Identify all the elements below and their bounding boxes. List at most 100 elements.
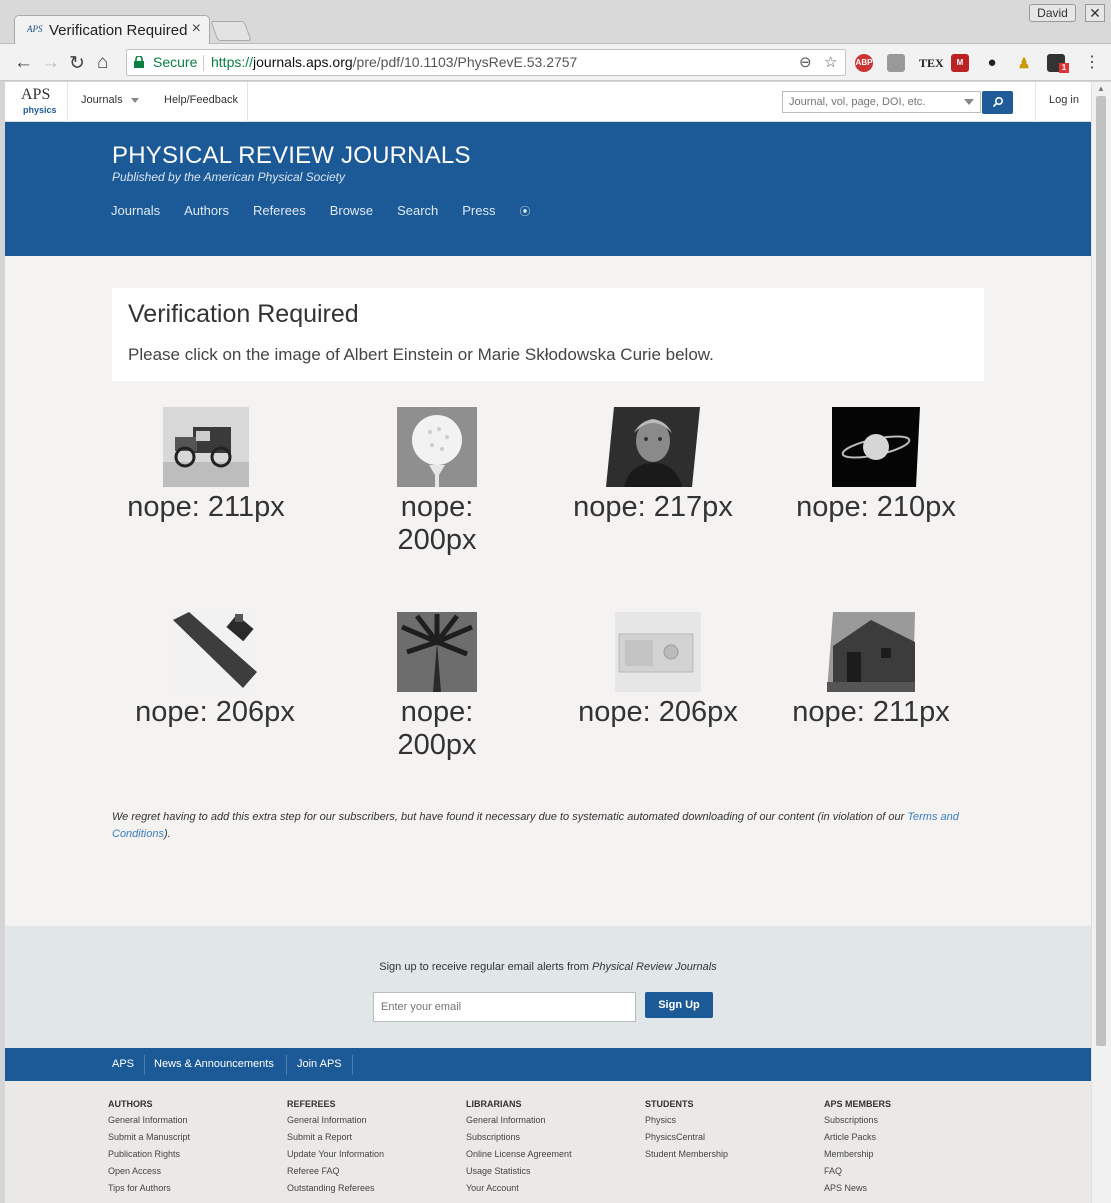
adblock-extension-icon[interactable]: ABP — [855, 54, 873, 72]
footer-link[interactable]: Outstanding Referees — [287, 1182, 457, 1194]
footer-link[interactable]: General Information — [287, 1114, 457, 1126]
divider — [144, 1055, 145, 1075]
divider — [352, 1055, 353, 1075]
login-link[interactable]: Log in — [1049, 94, 1079, 106]
zoom-icon[interactable]: ⊖ — [799, 53, 812, 71]
footer-link[interactable]: Submit a Manuscript — [108, 1131, 278, 1143]
page-scrollbar[interactable]: ▲ — [1091, 82, 1111, 1203]
footer-link[interactable]: Subscriptions — [466, 1131, 636, 1143]
aps-logo[interactable]: APS physics — [17, 86, 57, 118]
captcha-label: nope: 210px — [796, 491, 956, 523]
footer-link-aps[interactable]: APS — [112, 1058, 134, 1070]
back-arrow-icon[interactable]: ← — [14, 52, 33, 74]
old-barn-image[interactable] — [827, 612, 915, 692]
footer-link[interactable]: Physics — [645, 1114, 815, 1126]
footer-link[interactable]: General Information — [108, 1114, 278, 1126]
journals-dropdown[interactable]: Journals — [81, 94, 139, 106]
captcha-option[interactable]: nope: 206px — [548, 612, 768, 729]
nav-referees[interactable]: Referees — [253, 203, 306, 219]
bookmark-star-icon[interactable]: ☆ — [824, 53, 837, 71]
footer-link-join[interactable]: Join APS — [297, 1058, 342, 1070]
footer-column-authors: AUTHORS General Information Submit a Man… — [108, 1099, 278, 1199]
footer-column-librarians: LIBRARIANS General Information Subscript… — [466, 1099, 636, 1199]
nav-authors[interactable]: Authors — [184, 203, 229, 219]
nav-press[interactable]: Press — [462, 203, 495, 219]
footer-link[interactable]: Update Your Information — [287, 1148, 457, 1160]
captcha-option[interactable]: nope: 200px — [327, 612, 547, 762]
chat-extension-icon[interactable]: 1 — [1047, 54, 1069, 73]
search-button[interactable] — [982, 91, 1013, 114]
journals-header: PHYSICAL REVIEW JOURNALS Published by th… — [5, 122, 1091, 256]
captcha-option[interactable]: nope: 211px — [761, 612, 981, 729]
footer-link[interactable]: Open Access — [108, 1165, 278, 1177]
extension-icon[interactable] — [887, 54, 905, 72]
golf-ball-image[interactable] — [397, 407, 477, 487]
reload-icon[interactable]: ↻ — [69, 52, 85, 75]
footer-link-news[interactable]: News & Announcements — [154, 1058, 274, 1070]
url-text[interactable]: https://journals.aps.org/pre/pdf/10.1103… — [211, 54, 577, 70]
nav-search[interactable]: Search — [397, 203, 438, 219]
captcha-option[interactable]: nope: 217px — [543, 407, 763, 524]
help-feedback-link[interactable]: Help/Feedback — [164, 94, 238, 106]
footer-link[interactable]: Publication Rights — [108, 1148, 278, 1160]
pipe-wrench-image[interactable] — [173, 612, 257, 692]
footer-link[interactable]: Tips for Authors — [108, 1182, 278, 1194]
footer-link[interactable]: Online License Agreement — [466, 1148, 636, 1160]
captcha-option[interactable]: nope: 200px — [327, 407, 547, 557]
saturn-image[interactable] — [832, 407, 920, 487]
captcha-option[interactable]: nope: 210px — [766, 407, 986, 524]
column-heading: STUDENTS — [645, 1099, 694, 1109]
new-tab-button[interactable] — [210, 21, 252, 41]
captcha-option[interactable]: nope: 211px — [96, 407, 316, 524]
github-extension-icon[interactable]: ● — [983, 54, 1001, 72]
palm-tree-image[interactable] — [397, 612, 477, 692]
tab-close-icon[interactable]: × — [192, 20, 201, 38]
person-extension-icon[interactable]: ♟ — [1015, 54, 1033, 72]
footer-link[interactable]: Subscriptions — [824, 1114, 994, 1126]
captcha-label: nope: 217px — [573, 491, 733, 523]
divider — [286, 1055, 287, 1075]
verification-instruction: Please click on the image of Albert Eins… — [128, 345, 714, 364]
footer-link[interactable]: APS News — [824, 1182, 994, 1194]
footer-link[interactable]: Membership — [824, 1148, 994, 1160]
journal-search-input[interactable] — [782, 91, 981, 113]
footer-link[interactable]: Student Membership — [645, 1148, 815, 1160]
sign-up-button[interactable]: Sign Up — [645, 992, 713, 1018]
footer-link[interactable]: Article Packs — [824, 1131, 994, 1143]
extension-badge: 1 — [1059, 63, 1069, 73]
forward-arrow-icon[interactable]: → — [41, 52, 60, 74]
captcha-label: nope: 211px — [792, 696, 950, 728]
column-heading: LIBRARIANS — [466, 1099, 522, 1109]
email-field[interactable] — [373, 992, 636, 1022]
nav-browse[interactable]: Browse — [330, 203, 373, 219]
profile-button[interactable]: David — [1029, 4, 1076, 22]
mendeley-extension-icon[interactable]: M — [951, 54, 969, 72]
nav-journals[interactable]: Journals — [111, 203, 160, 219]
captcha-option[interactable]: nope: 206px — [105, 612, 325, 729]
rss-icon[interactable]: ⦿ — [520, 203, 531, 219]
footer-link[interactable]: Usage Statistics — [466, 1165, 636, 1177]
browser-tab[interactable]: APS Verification Required × — [14, 15, 210, 45]
address-bar[interactable]: Secure https://journals.aps.org/pre/pdf/… — [126, 49, 846, 76]
captcha-label: nope: 206px — [578, 696, 738, 728]
footer-link[interactable]: Referee FAQ — [287, 1165, 457, 1177]
vintage-radio-image[interactable] — [615, 612, 701, 692]
window-close-button[interactable]: ✕ — [1085, 4, 1105, 22]
vintage-car-image[interactable] — [163, 407, 249, 487]
footer-link[interactable]: Submit a Report — [287, 1131, 457, 1143]
chevron-down-icon — [130, 97, 139, 103]
scrollbar-thumb[interactable] — [1096, 96, 1106, 1046]
column-heading: REFEREES — [287, 1099, 336, 1109]
scroll-up-icon[interactable]: ▲ — [1097, 84, 1105, 93]
home-icon[interactable]: ⌂ — [97, 52, 108, 74]
tex-extension-icon[interactable]: TEX — [919, 54, 944, 72]
site-title[interactable]: PHYSICAL REVIEW JOURNALS — [112, 142, 471, 170]
footer-link[interactable]: General Information — [466, 1114, 636, 1126]
footer-link[interactable]: Your Account — [466, 1182, 636, 1194]
browser-menu-icon[interactable]: ⋮ — [1084, 52, 1100, 72]
marie-curie-portrait-image[interactable] — [606, 407, 700, 487]
search-dropdown-icon[interactable] — [964, 99, 974, 105]
footer-link[interactable]: PhysicsCentral — [645, 1131, 815, 1143]
footer-link[interactable]: FAQ — [824, 1165, 994, 1177]
tab-title: Verification Required — [49, 22, 187, 39]
